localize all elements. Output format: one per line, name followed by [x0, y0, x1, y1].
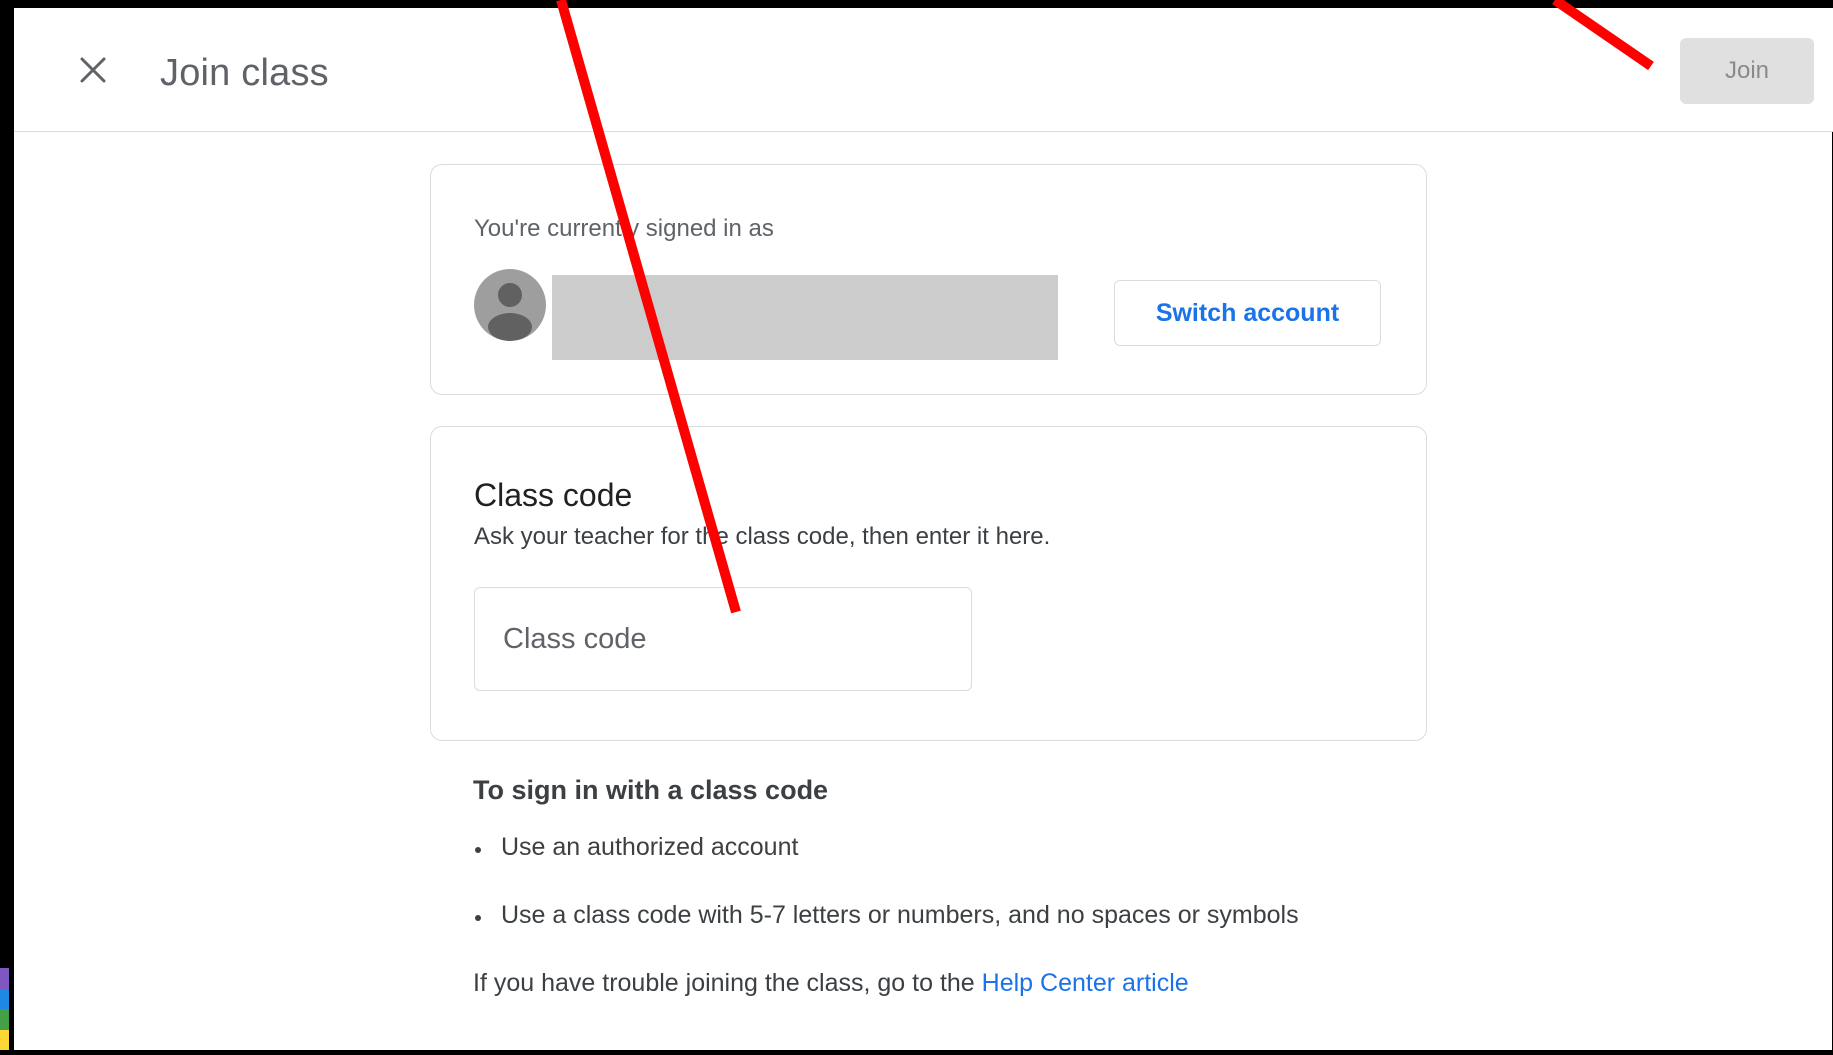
help-center-link[interactable]: Help Center article — [982, 969, 1189, 997]
frame-bottom-border — [0, 1050, 1833, 1055]
signed-in-label: You're currently signed in as — [474, 215, 774, 242]
trouble-text-line: If you have trouble joining the class, g… — [473, 969, 1189, 998]
account-name-redacted — [552, 275, 1058, 360]
account-card: You're currently signed in as Switch acc… — [430, 164, 1427, 395]
page-title: Join class — [160, 52, 329, 94]
help-list-item: Use a class code with 5-7 letters or num… — [473, 901, 1299, 930]
help-list-item: Use an authorized account — [473, 833, 798, 862]
color-strip-decoration — [0, 968, 9, 1050]
help-title: To sign in with a class code — [473, 775, 829, 805]
help-section: To sign in with a class code Use an auth… — [473, 775, 1373, 997]
class-code-input[interactable] — [474, 587, 972, 691]
class-code-card: Class code Ask your teacher for the clas… — [430, 426, 1427, 741]
dialog-header: Join class Join — [14, 8, 1833, 132]
close-button[interactable] — [69, 48, 117, 96]
person-icon — [488, 283, 532, 341]
frame-left-border — [0, 0, 14, 1055]
join-button[interactable]: Join — [1680, 38, 1814, 104]
frame-top-border — [0, 0, 1833, 8]
avatar — [474, 269, 546, 341]
trouble-text: If you have trouble joining the class, g… — [473, 969, 982, 997]
class-code-description: Ask your teacher for the class code, the… — [474, 523, 1051, 550]
class-code-title: Class code — [474, 477, 633, 513]
switch-account-button[interactable]: Switch account — [1114, 280, 1381, 346]
close-icon — [79, 56, 107, 89]
